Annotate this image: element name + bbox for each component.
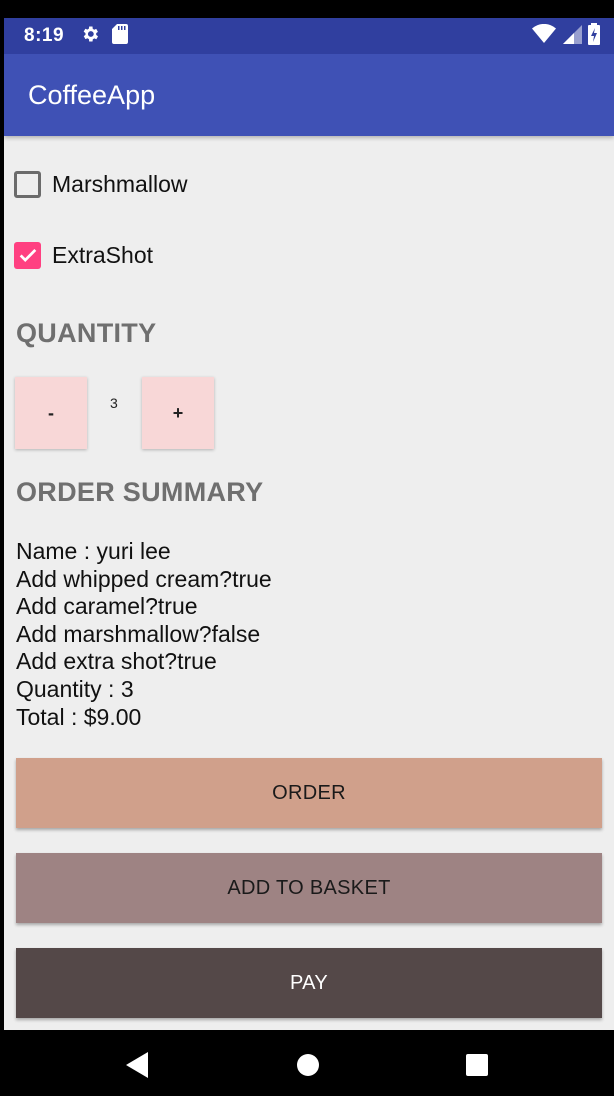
summary-line-caramel: Add caramel?true: [16, 593, 198, 620]
extrashot-label: ExtraShot: [52, 241, 153, 268]
summary-line-quantity: Quantity : 3: [16, 675, 134, 702]
sd-card-icon: [112, 23, 129, 49]
marshmallow-checkbox-row[interactable]: Marshmallow: [14, 169, 187, 199]
navigation-bar: [0, 1030, 614, 1096]
order-summary-title: ORDER SUMMARY: [16, 477, 264, 507]
decrement-button[interactable]: -: [15, 377, 87, 449]
order-summary-text: Name : yuri lee Add whipped cream?true A…: [16, 538, 272, 731]
checkmark-icon: [19, 248, 36, 262]
quantity-title: QUANTITY: [16, 318, 157, 348]
summary-line-total: Total : $9.00: [16, 703, 142, 730]
app-bar: CoffeeApp: [4, 54, 614, 136]
increment-button[interactable]: +: [142, 377, 214, 449]
app-screen: 8:19 CoffeeApp Marshmallow ExtraShot QUA…: [4, 18, 614, 1030]
summary-line-whipped-cream: Add whipped cream?true: [16, 565, 272, 592]
order-button[interactable]: ORDER: [16, 758, 602, 828]
extrashot-checkbox-row[interactable]: ExtraShot: [14, 240, 153, 270]
home-icon[interactable]: [297, 1054, 319, 1076]
status-time: 8:19: [24, 25, 65, 46]
summary-line-name: Name : yuri lee: [16, 538, 171, 564]
marshmallow-checkbox[interactable]: [14, 170, 41, 198]
marshmallow-label: Marshmallow: [52, 170, 188, 197]
quantity-value: 3: [110, 395, 118, 411]
add-to-basket-button[interactable]: ADD TO BASKET: [16, 853, 602, 923]
status-bar: 8:19: [4, 18, 614, 54]
wifi-icon: [532, 23, 556, 49]
extrashot-checkbox[interactable]: [14, 241, 41, 269]
pay-button[interactable]: PAY: [16, 948, 602, 1018]
recents-icon[interactable]: [466, 1054, 488, 1076]
signal-icon: [562, 24, 582, 49]
summary-line-extra-shot: Add extra shot?true: [16, 648, 217, 675]
summary-line-marshmallow: Add marshmallow?false: [16, 620, 261, 647]
battery-icon: [588, 22, 600, 50]
back-icon[interactable]: [126, 1052, 150, 1078]
app-title: CoffeeApp: [28, 79, 156, 110]
device: 8:19 CoffeeApp Marshmallow ExtraShot QUA…: [0, 0, 614, 1096]
gear-icon: [80, 24, 100, 49]
